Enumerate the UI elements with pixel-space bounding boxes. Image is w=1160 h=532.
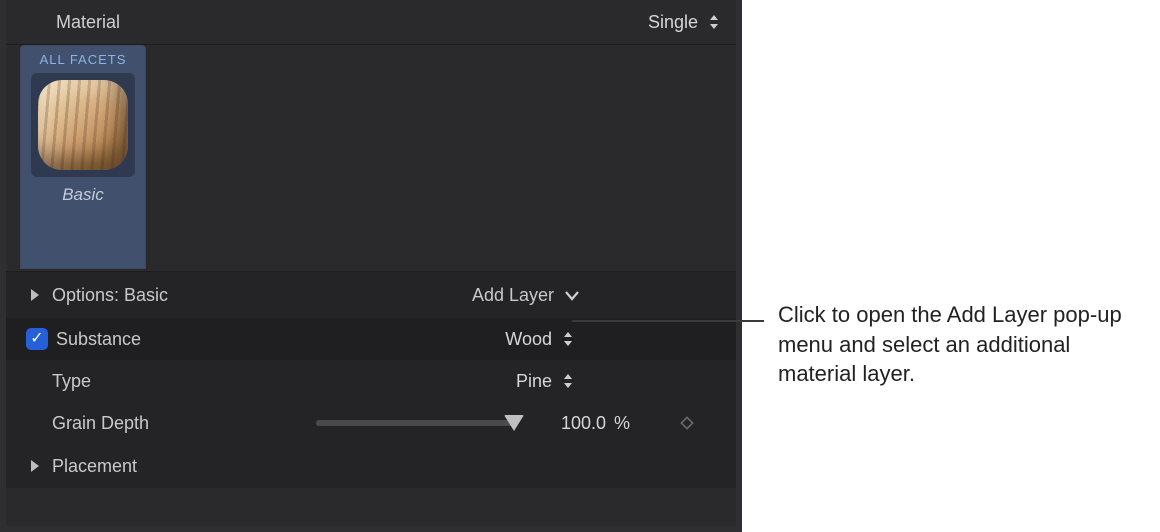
placement-label: Placement: [52, 456, 137, 477]
substance-row: ✓ Substance Wood: [6, 318, 736, 360]
facet-title: ALL FACETS: [40, 52, 127, 67]
disclosure-icon[interactable]: [26, 459, 42, 473]
grain-depth-control-group: 100.0 %: [316, 413, 720, 434]
updown-stepper-icon: [708, 13, 720, 31]
material-header-row: Material Single: [6, 0, 736, 44]
placement-row: Placement: [6, 444, 736, 488]
substance-label: Substance: [56, 329, 141, 350]
add-layer-label: Add Layer: [472, 285, 554, 306]
type-value: Pine: [516, 371, 552, 392]
updown-stepper-icon: [562, 372, 574, 390]
type-label: Type: [52, 371, 91, 392]
grain-depth-label: Grain Depth: [52, 413, 149, 434]
options-row: Options: Basic Add Layer: [6, 272, 736, 318]
grain-depth-unit: %: [614, 413, 630, 434]
grain-depth-row: Grain Depth 100.0 %: [6, 402, 736, 444]
type-row: Type Pine: [6, 360, 736, 402]
material-swatch-slot: [31, 73, 135, 177]
facet-card-all[interactable]: ALL FACETS Basic: [20, 45, 146, 269]
add-layer-popup[interactable]: Add Layer: [472, 285, 720, 306]
material-inspector-panel: Material Single ALL FACETS Basic: [6, 0, 736, 526]
substance-value: Wood: [505, 329, 552, 350]
callout-area: Click to open the Add Layer pop-up menu …: [742, 0, 1160, 532]
facets-strip: ALL FACETS Basic: [6, 44, 736, 272]
disclosure-icon[interactable]: [26, 288, 42, 302]
type-value-popup[interactable]: Pine: [516, 371, 720, 392]
material-mode-popup[interactable]: Single: [648, 12, 720, 33]
material-mode-value: Single: [648, 12, 698, 33]
substance-checkbox[interactable]: ✓: [26, 328, 48, 350]
updown-stepper-icon: [562, 330, 574, 348]
grain-depth-value[interactable]: 100.0: [528, 413, 606, 434]
material-swatch-wood: [38, 80, 128, 170]
keyframe-diamond-icon[interactable]: [680, 416, 694, 430]
material-label: Material: [56, 12, 120, 33]
options-label: Options: Basic: [52, 285, 168, 306]
grain-depth-slider[interactable]: [316, 420, 514, 426]
callout-text: Click to open the Add Layer pop-up menu …: [778, 300, 1138, 389]
callout-leader-line: [572, 320, 764, 322]
substance-value-popup[interactable]: Wood: [505, 329, 720, 350]
inspector-panel-wrap: Material Single ALL FACETS Basic: [0, 0, 742, 532]
checkmark-icon: ✓: [30, 331, 43, 347]
material-swatch-name: Basic: [62, 185, 104, 205]
chevron-down-icon: [564, 289, 580, 301]
slider-thumb-icon[interactable]: [504, 415, 524, 431]
